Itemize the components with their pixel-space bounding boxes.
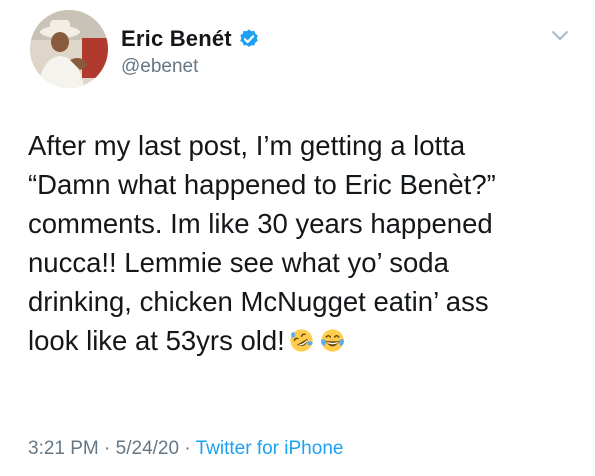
tweet-metadata: 3:21 PM · 5/24/20 · Twitter for iPhone [28,437,343,461]
avatar[interactable] [30,10,108,88]
tweet-line: comments. Im like 30 years happened [28,208,493,239]
tweet-line: drinking, chicken McNugget eatin’ ass [28,286,489,317]
author-name-row: Eric Benét [121,25,260,53]
display-name[interactable]: Eric Benét [121,25,232,53]
tweet-source-link[interactable]: Twitter for iPhone [196,438,344,459]
chevron-down-icon[interactable] [550,26,570,46]
tweet-line: “Damn what happened to Eric Benèt?” [28,169,496,200]
meta-separator: · [104,438,111,459]
tweet-time[interactable]: 3:21 PM [28,438,99,459]
user-handle[interactable]: @ebenet [121,55,198,79]
tweet-line: look like at 53yrs old! [28,325,285,356]
tweet-date[interactable]: 5/24/20 [116,438,179,459]
emoji-group [289,328,351,353]
verified-badge-icon [240,29,258,47]
rolling-on-floor-laughing-emoji-icon [290,329,313,352]
tweet-line: After my last post, I’m getting a lotta [28,130,466,161]
face-with-tears-of-joy-emoji-icon [320,329,344,352]
meta-separator: · [184,438,191,459]
tweet-text: After my last post, I’m getting a lotta … [28,126,583,360]
avatar-image [30,10,108,88]
tweet-line: nucca!! Lemmie see what yo’ soda [28,247,449,278]
